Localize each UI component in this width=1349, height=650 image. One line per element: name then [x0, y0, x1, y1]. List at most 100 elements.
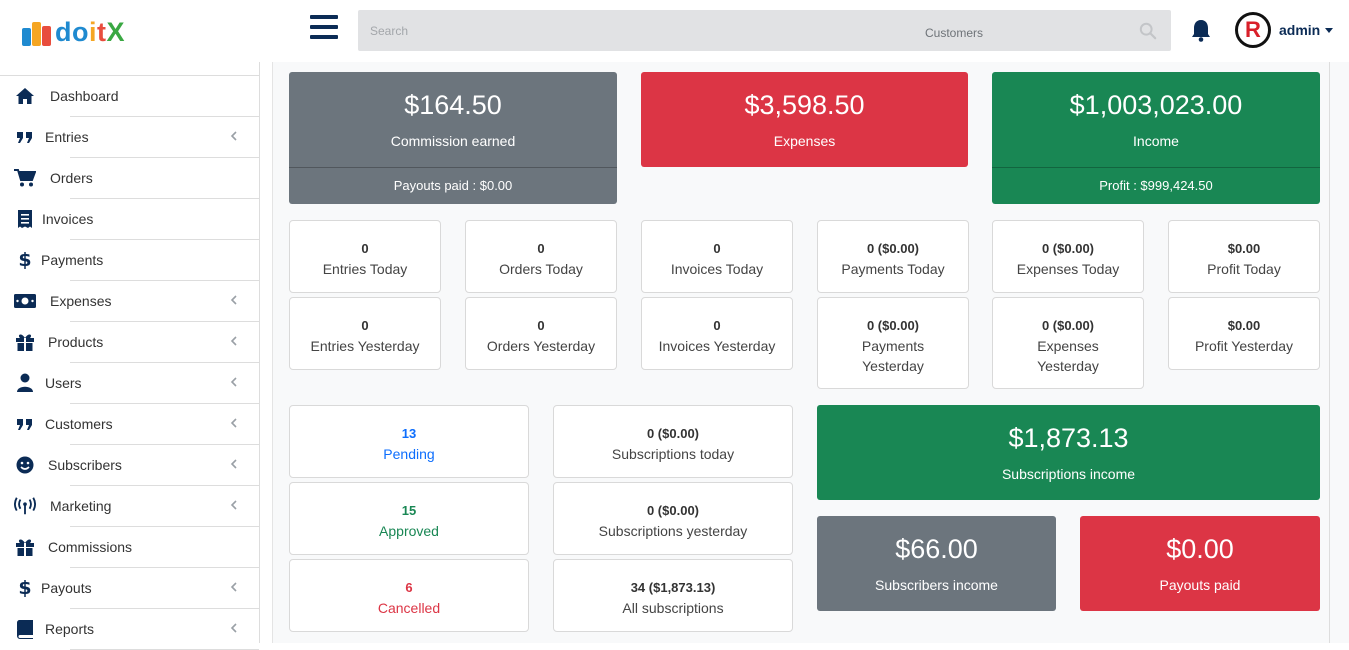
subscriptions-stat-all-subscriptions[interactable]: 34 ($1,873.13) All subscriptions	[553, 559, 793, 632]
stat-value: 0	[537, 241, 545, 256]
stat-label: Invoices Today	[670, 261, 764, 277]
sidebar-item-payouts[interactable]: $ Payouts	[0, 568, 259, 609]
gift-icon	[14, 537, 36, 557]
sidebar-item-commissions[interactable]: Commissions	[0, 527, 259, 568]
sidebar-item-expenses[interactable]: Expenses	[0, 281, 259, 322]
yesterday-stat-profit-yesterday[interactable]: $0.00 Profit Yesterday	[1168, 297, 1320, 370]
expenses-amount: $3,598.50	[744, 90, 865, 120]
dashboard-content: $164.50 Commission earned Payouts paid :…	[272, 62, 1349, 643]
today-stat-invoices-today[interactable]: 0 Invoices Today	[641, 220, 793, 293]
today-stat-orders-today[interactable]: 0 Orders Today	[465, 220, 617, 293]
stat-label: Orders Today	[499, 261, 583, 277]
today-stat-expenses-today[interactable]: 0 ($0.00) Expenses Today	[992, 220, 1144, 293]
subscriptions-stat-subscriptions-yesterday[interactable]: 0 ($0.00) Subscriptions yesterday	[553, 482, 793, 555]
quote-icon	[14, 414, 36, 434]
sidebar-item-invoices[interactable]: Invoices	[0, 199, 259, 240]
user-menu-name[interactable]: admin	[1279, 22, 1320, 38]
logo[interactable]: doitX	[22, 17, 125, 47]
sidebar-item-products[interactable]: Products	[0, 322, 259, 363]
sidebar-item-label: Commissions	[48, 539, 133, 555]
hamburger-bar	[310, 15, 338, 19]
sidebar-item-marketing[interactable]: Marketing	[0, 486, 259, 527]
sidebar-item-payments[interactable]: $ Payments	[0, 240, 259, 281]
stat-label: Pending	[383, 446, 435, 462]
yesterday-stat-invoices-yesterday[interactable]: 0 Invoices Yesterday	[641, 297, 793, 370]
yesterday-stat-entries-yesterday[interactable]: 0 Entries Yesterday	[289, 297, 441, 370]
svg-text:$: $	[18, 250, 31, 270]
quote-icon	[14, 127, 36, 147]
top-header: doitX Customers R admin	[0, 0, 1349, 62]
status-pending[interactable]: 13 Pending	[289, 405, 529, 478]
subscribers-income-amount: $66.00	[895, 534, 978, 564]
sidebar-item-reports[interactable]: Reports	[0, 609, 259, 650]
stat-value: 0	[361, 241, 369, 256]
subscriptions-income-card[interactable]: $1,873.13 Subscriptions income	[817, 405, 1320, 500]
home-icon	[14, 86, 36, 106]
yesterday-stat-expenses-yesterday[interactable]: 0 ($0.00) Expenses Yesterday	[992, 297, 1144, 389]
sidebar-item-label: Dashboard	[50, 88, 119, 104]
stat-label-line2: Yesterday	[862, 358, 924, 374]
chevron-left-icon	[230, 295, 237, 305]
yesterday-stat-payments-yesterday[interactable]: 0 ($0.00) Payments Yesterday	[817, 297, 969, 389]
stat-value: 0 ($0.00)	[646, 503, 700, 518]
sidebar-item-subscribers[interactable]: Subscribers	[0, 445, 259, 486]
subscriptions-stat-subscriptions-today[interactable]: 0 ($0.00) Subscriptions today	[553, 405, 793, 478]
hamburger-bar	[310, 25, 338, 29]
expenses-caption: Expenses	[773, 133, 836, 149]
broadcast-icon	[14, 496, 36, 516]
caret-down-icon[interactable]	[1325, 28, 1333, 33]
stat-value: 34 ($1,873.13)	[630, 580, 716, 595]
gift-icon	[14, 332, 36, 352]
today-stat-entries-today[interactable]: 0 Entries Today	[289, 220, 441, 293]
chevron-left-icon	[230, 377, 237, 387]
menu-toggle-button[interactable]	[310, 15, 338, 45]
subscriptions-income-caption: Subscriptions income	[1001, 466, 1136, 482]
income-caption: Income	[1133, 133, 1179, 149]
stat-value: $0.00	[1227, 318, 1261, 333]
avatar[interactable]: R	[1235, 12, 1271, 48]
sidebar-item-dashboard[interactable]: Dashboard	[0, 76, 259, 117]
stat-label: Entries Yesterday	[310, 338, 420, 354]
stat-value: 6	[405, 580, 413, 595]
search-bar: Customers	[358, 10, 1171, 51]
sidebar-item-orders[interactable]: Orders	[0, 158, 259, 199]
income-footer: Profit : $999,424.50	[992, 167, 1320, 204]
income-card[interactable]: $1,003,023.00 Income Profit : $999,424.5…	[992, 72, 1320, 204]
yesterday-stat-orders-yesterday[interactable]: 0 Orders Yesterday	[465, 297, 617, 370]
payouts-paid-caption: Payouts paid	[1159, 577, 1241, 593]
chevron-left-icon	[230, 500, 237, 510]
today-stat-profit-today[interactable]: $0.00 Profit Today	[1168, 220, 1320, 293]
search-input[interactable]	[358, 10, 878, 51]
stat-value: 0	[361, 318, 369, 333]
stat-value: 0 ($0.00)	[646, 426, 700, 441]
sidebar-item-label: Orders	[50, 170, 93, 186]
status-cancelled[interactable]: 6 Cancelled	[289, 559, 529, 632]
cart-icon	[14, 168, 36, 188]
user-icon	[14, 373, 36, 393]
sidebar-item-entries[interactable]: Entries	[0, 117, 259, 158]
sidebar-item-label: Customers	[45, 416, 113, 432]
status-approved[interactable]: 15 Approved	[289, 482, 529, 555]
chevron-left-icon	[230, 582, 237, 592]
search-scope-select[interactable]: Customers	[925, 26, 983, 40]
chevron-left-icon	[230, 623, 237, 633]
stat-value: 0	[713, 241, 721, 256]
search-icon[interactable]	[1139, 22, 1157, 40]
sidebar-item-label: Users	[45, 375, 82, 391]
commission-card[interactable]: $164.50 Commission earned Payouts paid :…	[289, 72, 617, 204]
hamburger-bar	[310, 35, 338, 39]
stat-label: Invoices Yesterday	[658, 338, 776, 354]
stat-value: 0 ($0.00)	[866, 241, 920, 256]
payouts-paid-card[interactable]: $0.00 Payouts paid	[1080, 516, 1320, 611]
sidebar-item-users[interactable]: Users	[0, 363, 259, 404]
sidebar-item-customers[interactable]: Customers	[0, 404, 259, 445]
stat-value: 0 ($0.00)	[1041, 318, 1095, 333]
subscribers-income-card[interactable]: $66.00 Subscribers income	[817, 516, 1056, 611]
notification-bell-icon[interactable]	[1190, 18, 1212, 42]
sidebar-item-label: Payments	[41, 252, 104, 268]
stat-value: $0.00	[1227, 241, 1261, 256]
expenses-card[interactable]: $3,598.50 Expenses	[641, 72, 968, 167]
stat-label-line2: Yesterday	[1037, 358, 1099, 374]
today-stat-payments-today[interactable]: 0 ($0.00) Payments Today	[817, 220, 969, 293]
stat-value: 15	[401, 503, 417, 518]
